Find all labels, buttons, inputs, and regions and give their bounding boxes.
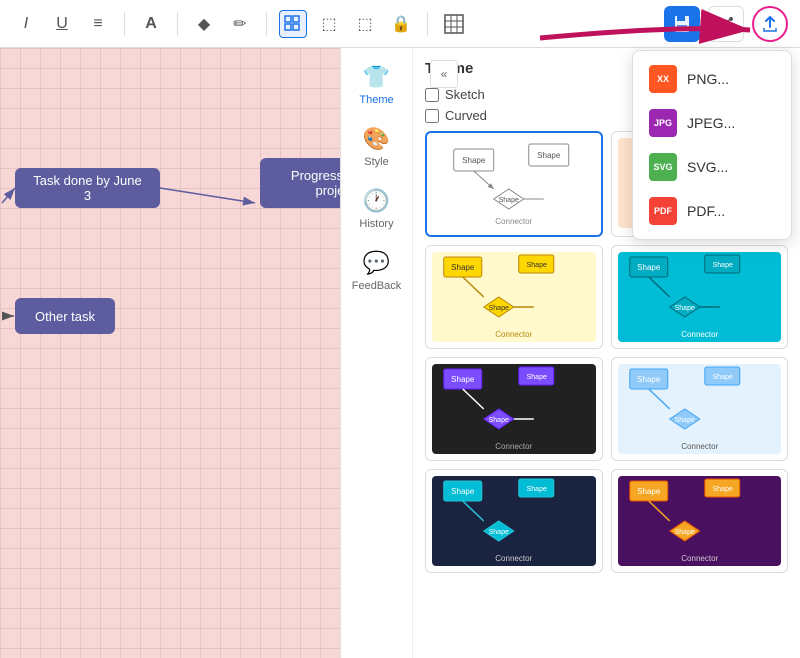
svg-text:Shape: Shape: [637, 487, 661, 496]
theme-card-lightblue[interactable]: Shape Shape Shape Connector: [611, 357, 789, 461]
copy-btn[interactable]: ⬚: [351, 10, 379, 38]
feedback-icon: 💬: [363, 250, 390, 276]
sidebar-item-style[interactable]: 🎨 Style: [347, 118, 407, 176]
sidebar-nav: 👕 Theme 🎨 Style 🕐 History 💬 FeedBack: [341, 48, 413, 658]
svg-text:Connector: Connector: [681, 554, 718, 563]
svg-text:Shape: Shape: [674, 305, 694, 312]
underline-btn[interactable]: U: [48, 10, 76, 38]
collapse-sidebar-button[interactable]: «: [430, 60, 458, 88]
sep3: [266, 12, 267, 36]
theme-card-default[interactable]: Shape Shape Shape Connector: [425, 131, 603, 237]
curved-label: Curved: [445, 108, 487, 123]
sidebar-item-theme[interactable]: 👕 Theme: [347, 56, 407, 114]
history-icon: 🕐: [363, 188, 390, 214]
pen-btn[interactable]: ✏: [226, 10, 254, 38]
svg-text:Shape: Shape: [527, 374, 547, 381]
pdf-icon: PDF: [649, 197, 677, 225]
node-other-task[interactable]: Other task: [15, 298, 115, 334]
theme-card-purple-orange[interactable]: Shape Shape Shape Connector: [611, 469, 789, 573]
crop-btn[interactable]: ⬚: [315, 10, 343, 38]
svg-text:Connector: Connector: [495, 217, 532, 226]
fill-btn[interactable]: ◆: [190, 10, 218, 38]
svg-text:Shape: Shape: [637, 263, 661, 272]
export-pdf[interactable]: PDF PDF...: [633, 189, 791, 233]
svg-text:Shape: Shape: [674, 417, 694, 424]
svg-text:Shape: Shape: [489, 529, 509, 536]
export-button[interactable]: [752, 6, 788, 42]
svg-text:Shape: Shape: [712, 486, 732, 493]
theme-card-yellow[interactable]: Shape Shape Shape Connector: [425, 245, 603, 349]
svg-text:Shape: Shape: [451, 375, 475, 384]
sketch-checkbox[interactable]: [425, 88, 439, 102]
svg-text:Shape: Shape: [489, 305, 509, 312]
theme-card-dark[interactable]: Shape Shape Shape Connector: [425, 357, 603, 461]
png-icon: XX: [649, 65, 677, 93]
svg-text:Connector: Connector: [681, 330, 718, 339]
italic-btn[interactable]: I: [12, 10, 40, 38]
share-button[interactable]: [708, 6, 744, 42]
theme-card-navy[interactable]: Shape Shape Shape Connector: [425, 469, 603, 573]
save-button[interactable]: [664, 6, 700, 42]
toolbar-right: [664, 6, 788, 42]
svg-text:Shape: Shape: [527, 486, 547, 493]
svg-text:Shape: Shape: [674, 529, 694, 536]
svg-text:Shape: Shape: [637, 375, 661, 384]
curved-checkbox[interactable]: [425, 109, 439, 123]
svg-text:Shape: Shape: [712, 262, 732, 269]
sep4: [427, 12, 428, 36]
style-icon: 🎨: [363, 126, 390, 152]
svg-text:Connector: Connector: [495, 330, 532, 339]
sketch-label: Sketch: [445, 87, 485, 102]
sep1: [124, 12, 125, 36]
export-dropdown: XX PNG... JPG JPEG... SVG SVG... PDF PDF…: [632, 50, 792, 240]
svg-text:Shape: Shape: [451, 263, 475, 272]
list-btn[interactable]: ≡: [84, 10, 112, 38]
svg-text:Shape: Shape: [499, 197, 519, 204]
export-jpeg[interactable]: JPG JPEG...: [633, 101, 791, 145]
export-png[interactable]: XX PNG...: [633, 57, 791, 101]
table-btn[interactable]: [440, 10, 468, 38]
sep2: [177, 12, 178, 36]
svg-text:Shape: Shape: [451, 487, 475, 496]
export-svg[interactable]: SVG SVG...: [633, 145, 791, 189]
svg-text:Shape: Shape: [489, 417, 509, 424]
node-task-june[interactable]: Task done by June 3: [15, 168, 160, 208]
svg-text:Shape: Shape: [712, 374, 732, 381]
sidebar-item-history[interactable]: 🕐 History: [347, 180, 407, 238]
grid-btn[interactable]: [279, 10, 307, 38]
svg-icon: SVG: [649, 153, 677, 181]
theme-card-teal[interactable]: Shape Shape Shape Connector: [611, 245, 789, 349]
theme-icon: 👕: [363, 64, 390, 90]
font-btn[interactable]: A: [137, 10, 165, 38]
svg-text:Connector: Connector: [681, 442, 718, 451]
svg-text:Shape: Shape: [462, 156, 486, 165]
svg-text:Connector: Connector: [495, 442, 532, 451]
svg-text:Connector: Connector: [495, 554, 532, 563]
svg-text:Shape: Shape: [537, 151, 561, 160]
jpeg-icon: JPG: [649, 109, 677, 137]
toolbar: I U ≡ A ◆ ✏ ⬚ ⬚ 🔒: [0, 0, 800, 48]
svg-text:Shape: Shape: [527, 262, 547, 269]
lock-btn[interactable]: 🔒: [387, 10, 415, 38]
sidebar-item-feedback[interactable]: 💬 FeedBack: [347, 242, 407, 300]
